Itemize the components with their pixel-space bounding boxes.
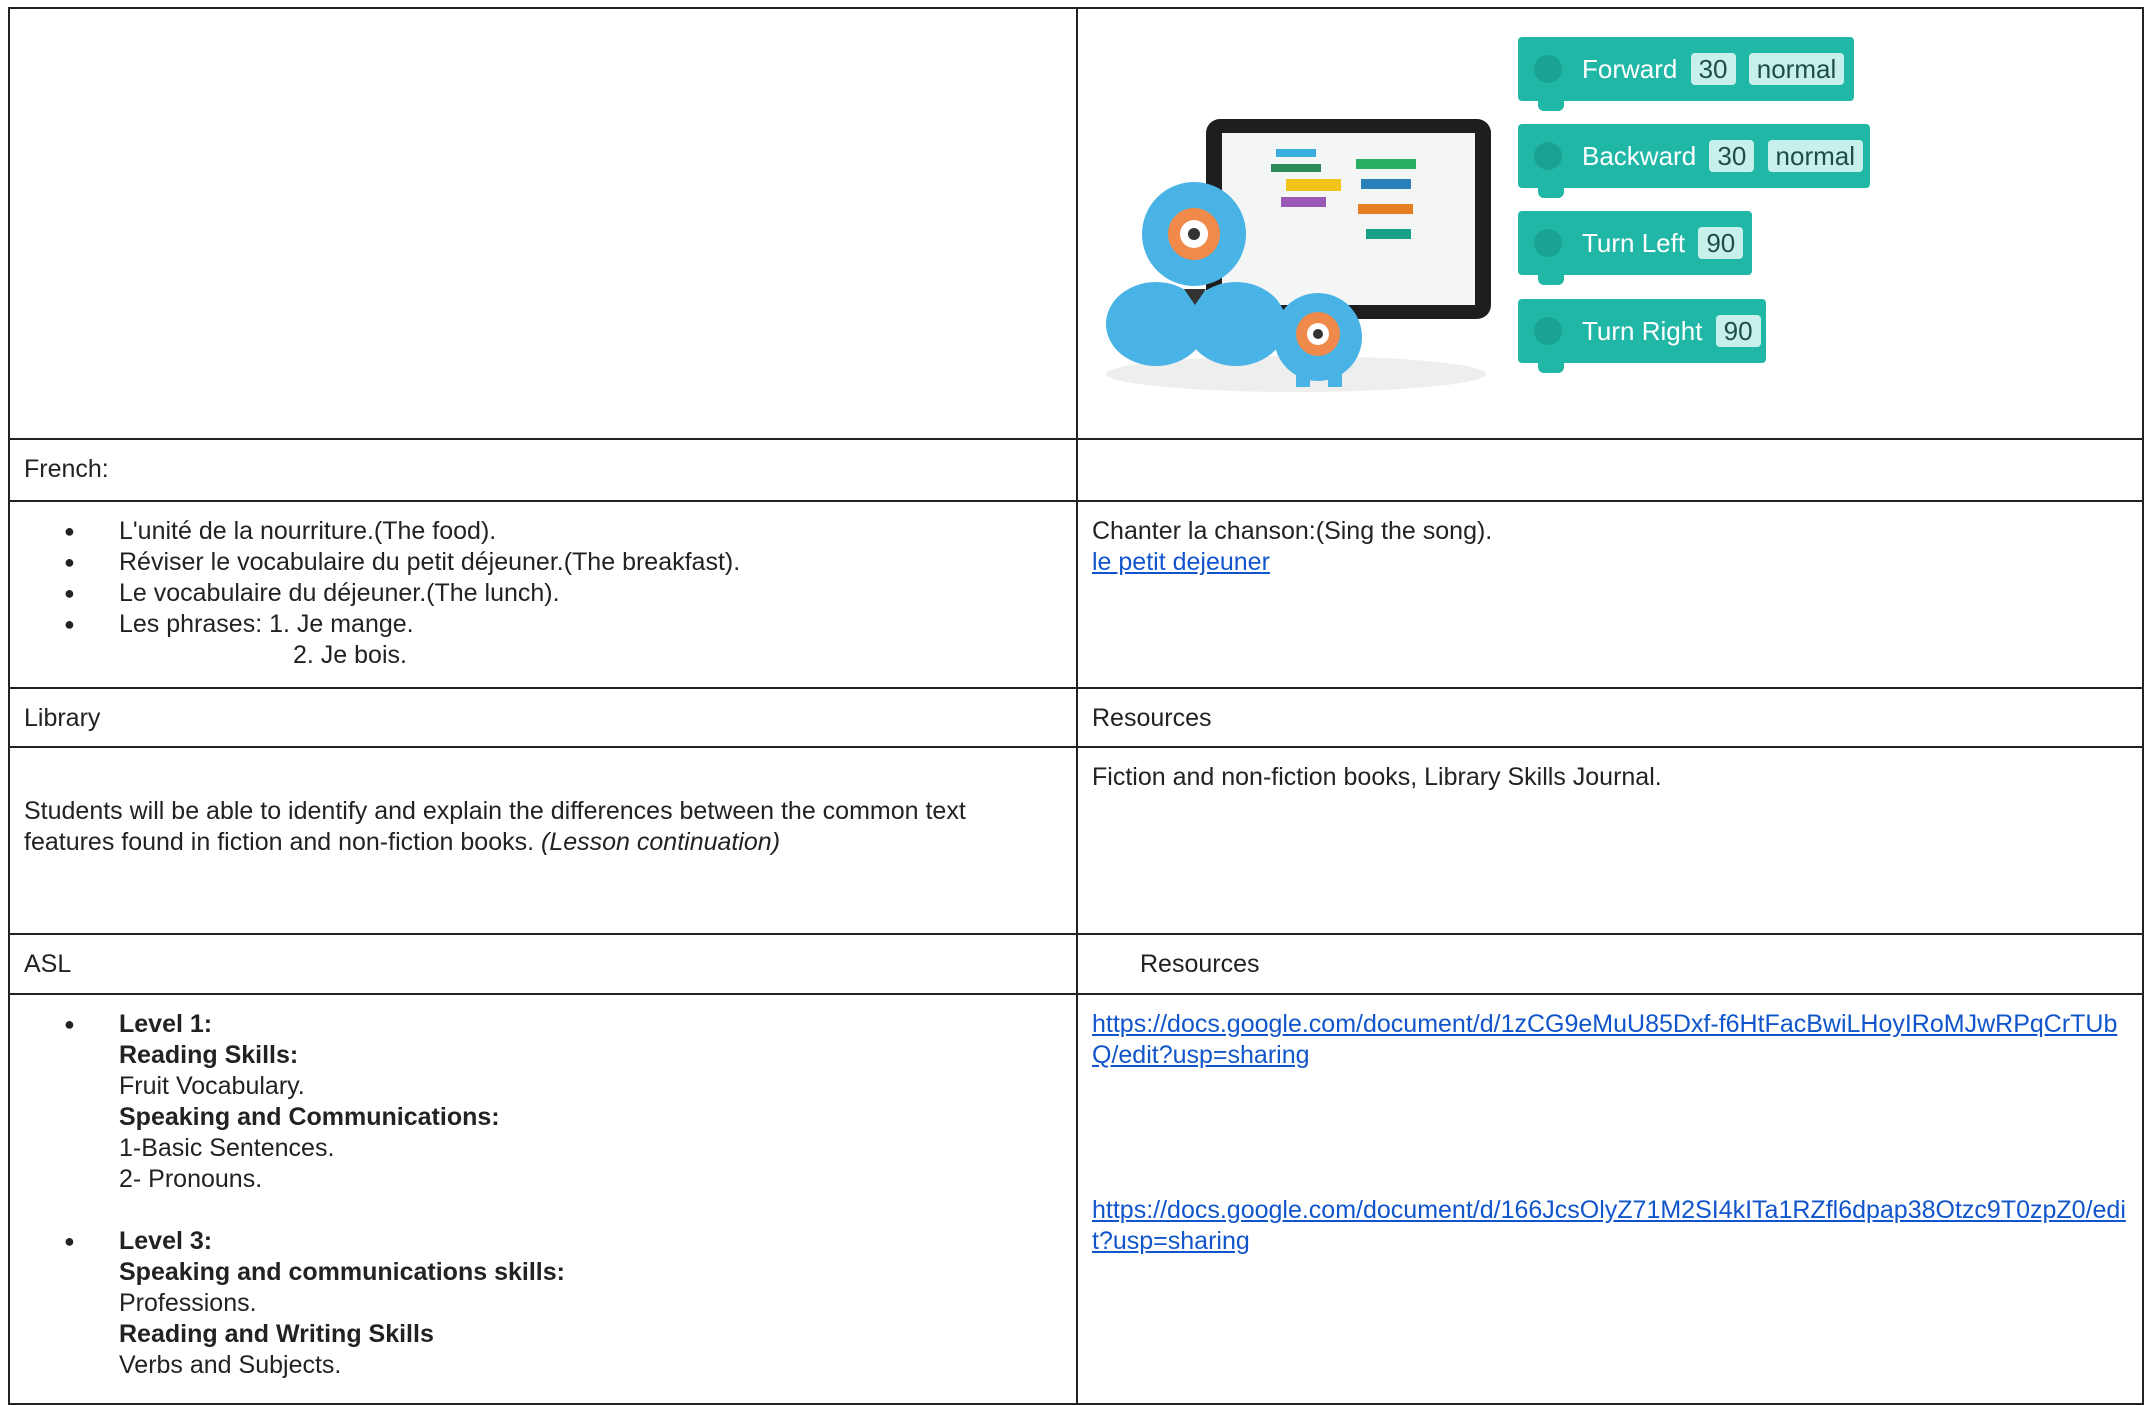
block-label: Forward: [1582, 54, 1678, 84]
robot-image-cell: Forward 30 normal Backward 30 normal Tur…: [1076, 7, 2144, 440]
skill-item: Fruit Vocabulary.: [119, 1072, 305, 1100]
skill-item: Professions.: [119, 1289, 257, 1317]
list-item: Les phrases: 1. Je mange.: [64, 609, 1062, 640]
french-list: L'unité de la nourriture.(The food). Rév…: [24, 516, 1062, 640]
block-value: normal: [1767, 140, 1864, 172]
song-link[interactable]: le petit dejeuner: [1092, 548, 1270, 576]
skill-title: Speaking and communications skills:: [119, 1258, 565, 1286]
resources-header: Resources: [1092, 704, 1212, 732]
library-resources: Fiction and non-fiction books, Library S…: [1092, 763, 1662, 791]
block-value: 90: [1715, 315, 1761, 347]
skill-item: Verbs and Subjects.: [119, 1351, 342, 1379]
list-item: Level 3: Speaking and communications ski…: [64, 1226, 1062, 1381]
turn-left-block: Turn Left 90: [1518, 211, 1752, 285]
library-header: Library: [24, 704, 101, 732]
list-continuation: 2. Je bois.: [293, 641, 407, 669]
library-resources-header-cell: Resources: [1076, 687, 2144, 748]
resource-link[interactable]: https://docs.google.com/document/d/166Jc…: [1092, 1195, 2128, 1257]
backward-block: Backward 30 normal: [1518, 124, 1870, 198]
block-label: Backward: [1582, 141, 1697, 171]
french-header: French:: [24, 455, 109, 483]
block-value: 30: [1709, 140, 1755, 172]
song-instruction: Chanter la chanson:(Sing the song).: [1092, 517, 1493, 545]
list-item: Réviser le vocabulaire du petit déjeuner…: [64, 547, 1062, 578]
resources-header: Resources: [1140, 950, 1260, 978]
asl-list: Level 1: Reading Skills: Fruit Vocabular…: [24, 1009, 1062, 1381]
block-dot-icon: [1534, 317, 1562, 345]
empty-cell: [8, 7, 1078, 440]
asl-resources-cell: https://docs.google.com/document/d/1zCG9…: [1076, 993, 2144, 1405]
list-item: Level 1: Reading Skills: Fruit Vocabular…: [64, 1009, 1062, 1226]
block-value: normal: [1748, 53, 1845, 85]
skill-item: 1-Basic Sentences.: [119, 1134, 335, 1162]
list-item: Le vocabulaire du déjeuner.(The lunch).: [64, 578, 1062, 609]
turn-right-block: Turn Right 90: [1518, 299, 1766, 373]
level-title: Level 3:: [119, 1227, 213, 1255]
french-header-cell: French:: [8, 438, 1078, 502]
asl-resources-header-cell: Resources: [1076, 933, 2144, 995]
block-label: Turn Right: [1582, 316, 1703, 346]
library-header-cell: Library: [8, 687, 1078, 748]
list-item: L'unité de la nourriture.(The food).: [64, 516, 1062, 547]
asl-content-cell: Level 1: Reading Skills: Fruit Vocabular…: [8, 993, 1078, 1405]
robot-illustration: Forward 30 normal Backward 30 normal Tur…: [1078, 9, 2142, 392]
block-dot-icon: [1534, 229, 1562, 257]
resource-link[interactable]: https://docs.google.com/document/d/1zCG9…: [1092, 1009, 2128, 1071]
library-resources-cell: Fiction and non-fiction books, Library S…: [1076, 746, 2144, 935]
block-value: 90: [1698, 227, 1744, 259]
french-header-right-cell: [1076, 438, 2144, 502]
skill-item: 2- Pronouns.: [119, 1165, 263, 1193]
robot-tablet-image: [1106, 119, 1491, 392]
block-value: 30: [1690, 53, 1736, 85]
french-content-cell: L'unité de la nourriture.(The food). Rév…: [8, 500, 1078, 689]
skill-title: Reading and Writing Skills: [119, 1320, 434, 1348]
lesson-continuation: (Lesson continuation): [541, 828, 781, 856]
skill-title: Reading Skills:: [119, 1041, 299, 1069]
block-dot-icon: [1534, 55, 1562, 83]
block-dot-icon: [1534, 142, 1562, 170]
library-content-cell: Students will be able to identify and ex…: [8, 746, 1078, 935]
block-label: Turn Left: [1582, 228, 1686, 258]
forward-block: Forward 30 normal: [1518, 37, 1854, 111]
asl-header: ASL: [24, 950, 72, 978]
library-objective: Students will be able to identify and ex…: [24, 797, 966, 856]
skill-title: Speaking and Communications:: [119, 1103, 500, 1131]
lesson-table: Forward 30 normal Backward 30 normal Tur…: [8, 7, 2144, 1405]
level-title: Level 1:: [119, 1010, 213, 1038]
french-resources-cell: Chanter la chanson:(Sing the song). le p…: [1076, 500, 2144, 689]
asl-header-cell: ASL: [8, 933, 1078, 995]
